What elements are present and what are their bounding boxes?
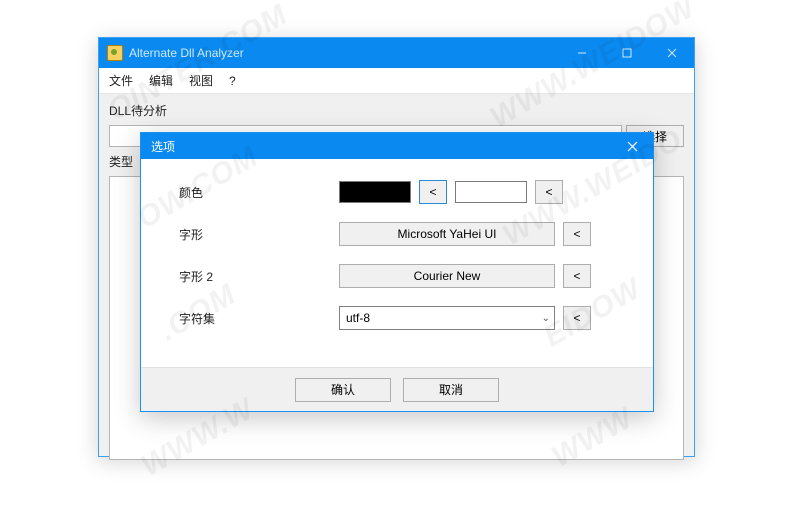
color-row: 颜色 < < bbox=[179, 179, 633, 205]
reset-charset-button[interactable]: < bbox=[563, 306, 591, 330]
menu-edit[interactable]: 编辑 bbox=[149, 72, 173, 89]
reset-foreground-button[interactable]: < bbox=[419, 180, 447, 204]
font1-button[interactable]: Microsoft YaHei UI bbox=[339, 222, 555, 246]
menu-help[interactable]: ? bbox=[229, 74, 236, 88]
background-color-swatch[interactable] bbox=[455, 181, 527, 203]
options-dialog: 选项 颜色 < < 字形 Microsoft YaHei UI < bbox=[140, 132, 654, 412]
dll-label: DLL待分析 bbox=[109, 102, 177, 119]
cancel-button[interactable]: 取消 bbox=[403, 378, 499, 402]
reset-background-button[interactable]: < bbox=[535, 180, 563, 204]
font2-row: 字形 2 Courier New < bbox=[179, 263, 633, 289]
dialog-content: 颜色 < < 字形 Microsoft YaHei UI < 字形 2 C bbox=[141, 159, 653, 367]
window-controls bbox=[559, 38, 694, 68]
color-controls: < < bbox=[339, 180, 563, 204]
color-label: 颜色 bbox=[179, 184, 339, 201]
reset-font2-button[interactable]: < bbox=[563, 264, 591, 288]
menubar: 文件 编辑 视图 ? bbox=[99, 68, 694, 94]
menu-file[interactable]: 文件 bbox=[109, 72, 133, 89]
charset-combo[interactable]: utf-8 ⌄ bbox=[339, 306, 555, 330]
dialog-title: 选项 bbox=[151, 138, 175, 155]
ok-button[interactable]: 确认 bbox=[295, 378, 391, 402]
foreground-color-swatch[interactable] bbox=[339, 181, 411, 203]
dll-row: DLL待分析 bbox=[109, 102, 684, 119]
dialog-close-button[interactable] bbox=[611, 133, 653, 159]
dialog-body: 颜色 < < 字形 Microsoft YaHei UI < 字形 2 C bbox=[141, 159, 653, 411]
font2-label: 字形 2 bbox=[179, 268, 339, 285]
dialog-footer: 确认 取消 bbox=[141, 367, 653, 411]
font2-controls: Courier New < bbox=[339, 264, 591, 288]
app-icon bbox=[107, 45, 123, 61]
font-row: 字形 Microsoft YaHei UI < bbox=[179, 221, 633, 247]
minimize-button[interactable] bbox=[559, 38, 604, 68]
menu-view[interactable]: 视图 bbox=[189, 72, 213, 89]
font-label: 字形 bbox=[179, 226, 339, 243]
font2-button[interactable]: Courier New bbox=[339, 264, 555, 288]
charset-label: 字符集 bbox=[179, 310, 339, 327]
charset-row: 字符集 utf-8 ⌄ < bbox=[179, 305, 633, 331]
main-titlebar: Alternate Dll Analyzer bbox=[99, 38, 694, 68]
maximize-button[interactable] bbox=[604, 38, 649, 68]
dialog-titlebar: 选项 bbox=[141, 133, 653, 159]
close-button[interactable] bbox=[649, 38, 694, 68]
main-window-title: Alternate Dll Analyzer bbox=[129, 46, 244, 60]
charset-controls: utf-8 ⌄ < bbox=[339, 306, 591, 330]
reset-font1-button[interactable]: < bbox=[563, 222, 591, 246]
charset-value: utf-8 bbox=[346, 311, 370, 325]
chevron-down-icon: ⌄ bbox=[542, 313, 550, 324]
font-controls: Microsoft YaHei UI < bbox=[339, 222, 591, 246]
